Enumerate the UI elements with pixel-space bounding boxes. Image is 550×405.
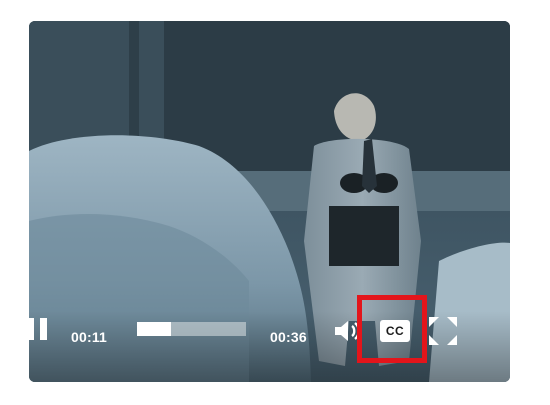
- fullscreen-button[interactable]: [429, 317, 457, 345]
- total-time: 00:36: [270, 329, 307, 345]
- progress-fill: [137, 322, 171, 336]
- pause-icon: [27, 318, 34, 340]
- current-time: 00:11: [71, 329, 108, 345]
- progress-bar[interactable]: [137, 322, 246, 336]
- pause-button[interactable]: [27, 317, 51, 341]
- speaker-icon: [335, 321, 360, 341]
- closed-captions-button[interactable]: CC: [380, 320, 410, 342]
- volume-button[interactable]: [333, 318, 361, 344]
- fullscreen-icon: [429, 317, 457, 345]
